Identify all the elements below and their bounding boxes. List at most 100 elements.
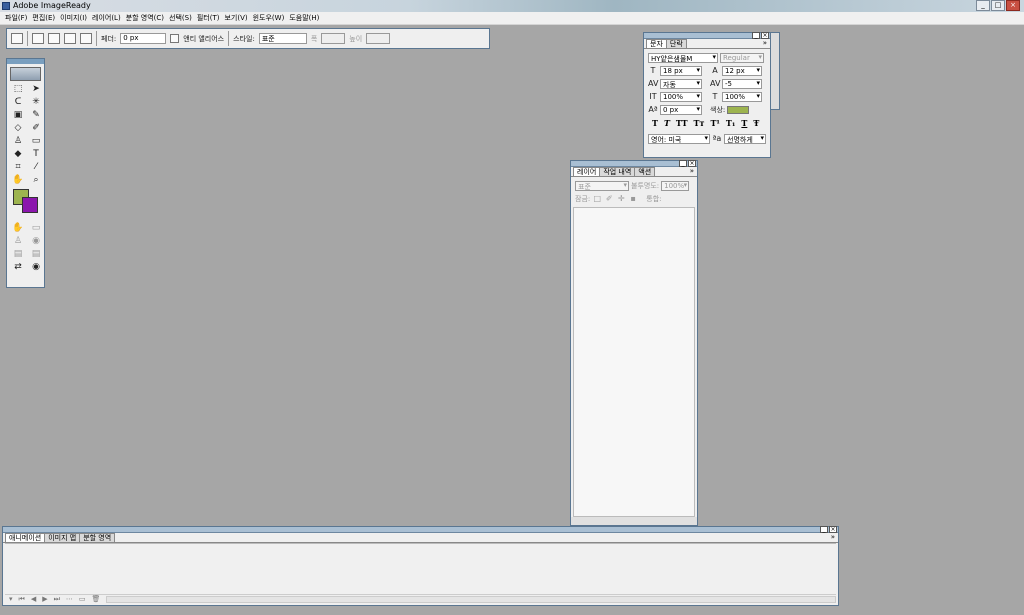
- baseline-shift-select[interactable]: 0 px: [660, 104, 702, 115]
- tab-image-map[interactable]: 이미지 맵: [44, 533, 81, 542]
- tab-actions[interactable]: 액션: [634, 167, 656, 176]
- imageready-logo[interactable]: [10, 67, 41, 81]
- move-icon[interactable]: ➤: [28, 83, 44, 95]
- panel-close-icon[interactable]: ×: [688, 160, 696, 167]
- jump-to-photoshop-icon[interactable]: ⇄: [10, 261, 26, 273]
- stamp-icon[interactable]: ♙: [10, 135, 26, 147]
- tab-layers[interactable]: 레이어: [573, 167, 601, 176]
- loop-select-icon[interactable]: ▾: [9, 595, 13, 603]
- font-family-select[interactable]: HY얕은샘물M: [648, 52, 718, 63]
- crop-icon[interactable]: ▣: [10, 109, 26, 121]
- tab-animation[interactable]: 애니메이션: [5, 533, 46, 542]
- add-selection-icon[interactable]: [48, 33, 60, 44]
- menu-edit[interactable]: 편집(E): [31, 12, 59, 24]
- maximize-button[interactable]: □: [991, 0, 1005, 11]
- delete-frame-icon[interactable]: 🗑: [92, 595, 101, 603]
- layers-list[interactable]: [573, 207, 695, 517]
- tween-icon[interactable]: ⋯: [66, 595, 73, 603]
- panel-menu-icon[interactable]: »: [690, 167, 694, 175]
- gradient-icon[interactable]: ▭: [28, 135, 44, 147]
- lock-all-icon[interactable]: ▪: [628, 194, 638, 203]
- lasso-icon[interactable]: ᑕ: [10, 96, 26, 108]
- rollover-icon[interactable]: ♙: [10, 235, 26, 247]
- opacity-input[interactable]: 100%: [661, 180, 690, 191]
- antialias-checkbox[interactable]: [170, 34, 180, 43]
- horizontal-scrollbar[interactable]: [106, 595, 836, 603]
- bucket-icon[interactable]: ◆: [10, 148, 26, 160]
- tab-slices[interactable]: 분할 영역: [79, 533, 116, 542]
- kerning-select[interactable]: -5: [722, 78, 762, 89]
- zoom-icon[interactable]: ⌕: [28, 174, 44, 186]
- menu-file[interactable]: 파일(F): [4, 12, 31, 24]
- small-caps-button[interactable]: Tт: [694, 118, 705, 128]
- panel-close-icon[interactable]: ×: [829, 526, 837, 533]
- first-frame-icon[interactable]: ⏮: [19, 595, 25, 604]
- lock-transparency-icon[interactable]: □: [592, 194, 602, 203]
- blend-mode-select[interactable]: 표준: [575, 180, 629, 191]
- crop-tool-icon[interactable]: ⌗: [10, 161, 26, 173]
- toolbox-header[interactable]: [7, 59, 44, 64]
- background-color-swatch[interactable]: [22, 197, 38, 213]
- tab-paragraph[interactable]: 단락: [665, 39, 687, 48]
- screen-mode-icon[interactable]: ▤: [10, 248, 26, 260]
- lock-move-icon[interactable]: ✛: [616, 194, 626, 203]
- magic-wand-icon[interactable]: ✳: [28, 96, 44, 108]
- panel-minimize-icon[interactable]: _: [752, 32, 760, 39]
- faux-italic-button[interactable]: T: [664, 118, 670, 128]
- menu-view[interactable]: 보기(V): [223, 12, 251, 24]
- next-frame-icon[interactable]: ⏭: [54, 595, 60, 604]
- marquee-icon[interactable]: ⬚: [10, 83, 26, 95]
- panel-close-icon[interactable]: ×: [761, 32, 769, 39]
- tab-character[interactable]: 문자: [646, 39, 667, 48]
- image-map-icon[interactable]: ▭: [28, 222, 44, 234]
- underline-button[interactable]: T: [741, 118, 747, 128]
- browser-preview-icon[interactable]: ◉: [28, 261, 44, 273]
- close-button[interactable]: ×: [1006, 0, 1020, 11]
- superscript-button[interactable]: T¹: [710, 118, 719, 128]
- subscript-button[interactable]: T₁: [726, 118, 735, 128]
- panel-menu-icon[interactable]: »: [831, 533, 835, 541]
- type-icon[interactable]: T: [28, 148, 44, 160]
- lock-paint-icon[interactable]: ✐: [604, 194, 614, 203]
- style-select[interactable]: 표준: [258, 33, 307, 44]
- menu-filter[interactable]: 필터(T): [196, 12, 224, 24]
- vertical-scale-select[interactable]: 100%: [660, 91, 702, 102]
- panel-minimize-icon[interactable]: _: [679, 160, 687, 167]
- tracking-select[interactable]: 자동: [660, 78, 702, 89]
- menu-select[interactable]: 선택(S): [168, 12, 196, 24]
- new-selection-icon[interactable]: [32, 33, 44, 44]
- font-size-select[interactable]: 18 px: [660, 65, 702, 76]
- new-frame-icon[interactable]: ▭: [79, 595, 86, 603]
- font-style-select[interactable]: Regular: [720, 52, 764, 63]
- intersect-selection-icon[interactable]: [80, 33, 92, 44]
- menu-help[interactable]: 도움말(H): [288, 12, 323, 24]
- hand-icon[interactable]: ✋: [10, 174, 26, 186]
- language-select[interactable]: 영어: 미국: [648, 133, 710, 144]
- play-icon[interactable]: ▶: [42, 595, 47, 603]
- panel-menu-icon[interactable]: »: [763, 39, 767, 47]
- eyedropper-icon[interactable]: ⁄: [28, 161, 44, 173]
- tab-history[interactable]: 작업 내역: [599, 167, 636, 176]
- eraser-icon[interactable]: ◇: [10, 122, 26, 134]
- preview-icon[interactable]: ◉: [28, 235, 44, 247]
- hand-preview-icon[interactable]: ✋: [10, 222, 26, 234]
- subtract-selection-icon[interactable]: [64, 33, 76, 44]
- antialias-select[interactable]: 선명하게: [724, 133, 766, 144]
- panel-minimize-icon[interactable]: _: [820, 526, 828, 533]
- animation-frames-area[interactable]: [5, 543, 836, 595]
- menu-layer[interactable]: 레이어(L): [91, 12, 125, 24]
- minimize-button[interactable]: _: [976, 0, 990, 11]
- menu-image[interactable]: 이미지(I): [59, 12, 91, 24]
- menu-slices[interactable]: 분할 영역(C): [125, 12, 168, 24]
- marquee-tool-icon[interactable]: [11, 33, 23, 44]
- all-caps-button[interactable]: TT: [676, 118, 688, 128]
- menu-window[interactable]: 윈도우(W): [252, 12, 289, 24]
- feather-input[interactable]: 0 px: [120, 33, 167, 44]
- faux-bold-button[interactable]: T: [652, 118, 658, 128]
- fullscreen-icon[interactable]: ▤: [28, 248, 44, 260]
- brush-icon[interactable]: ✐: [28, 122, 44, 134]
- strikethrough-button[interactable]: Ŧ: [753, 118, 759, 128]
- text-color-swatch[interactable]: [727, 105, 750, 114]
- prev-frame-icon[interactable]: ◀: [31, 595, 36, 603]
- leading-select[interactable]: 12 px: [722, 65, 762, 76]
